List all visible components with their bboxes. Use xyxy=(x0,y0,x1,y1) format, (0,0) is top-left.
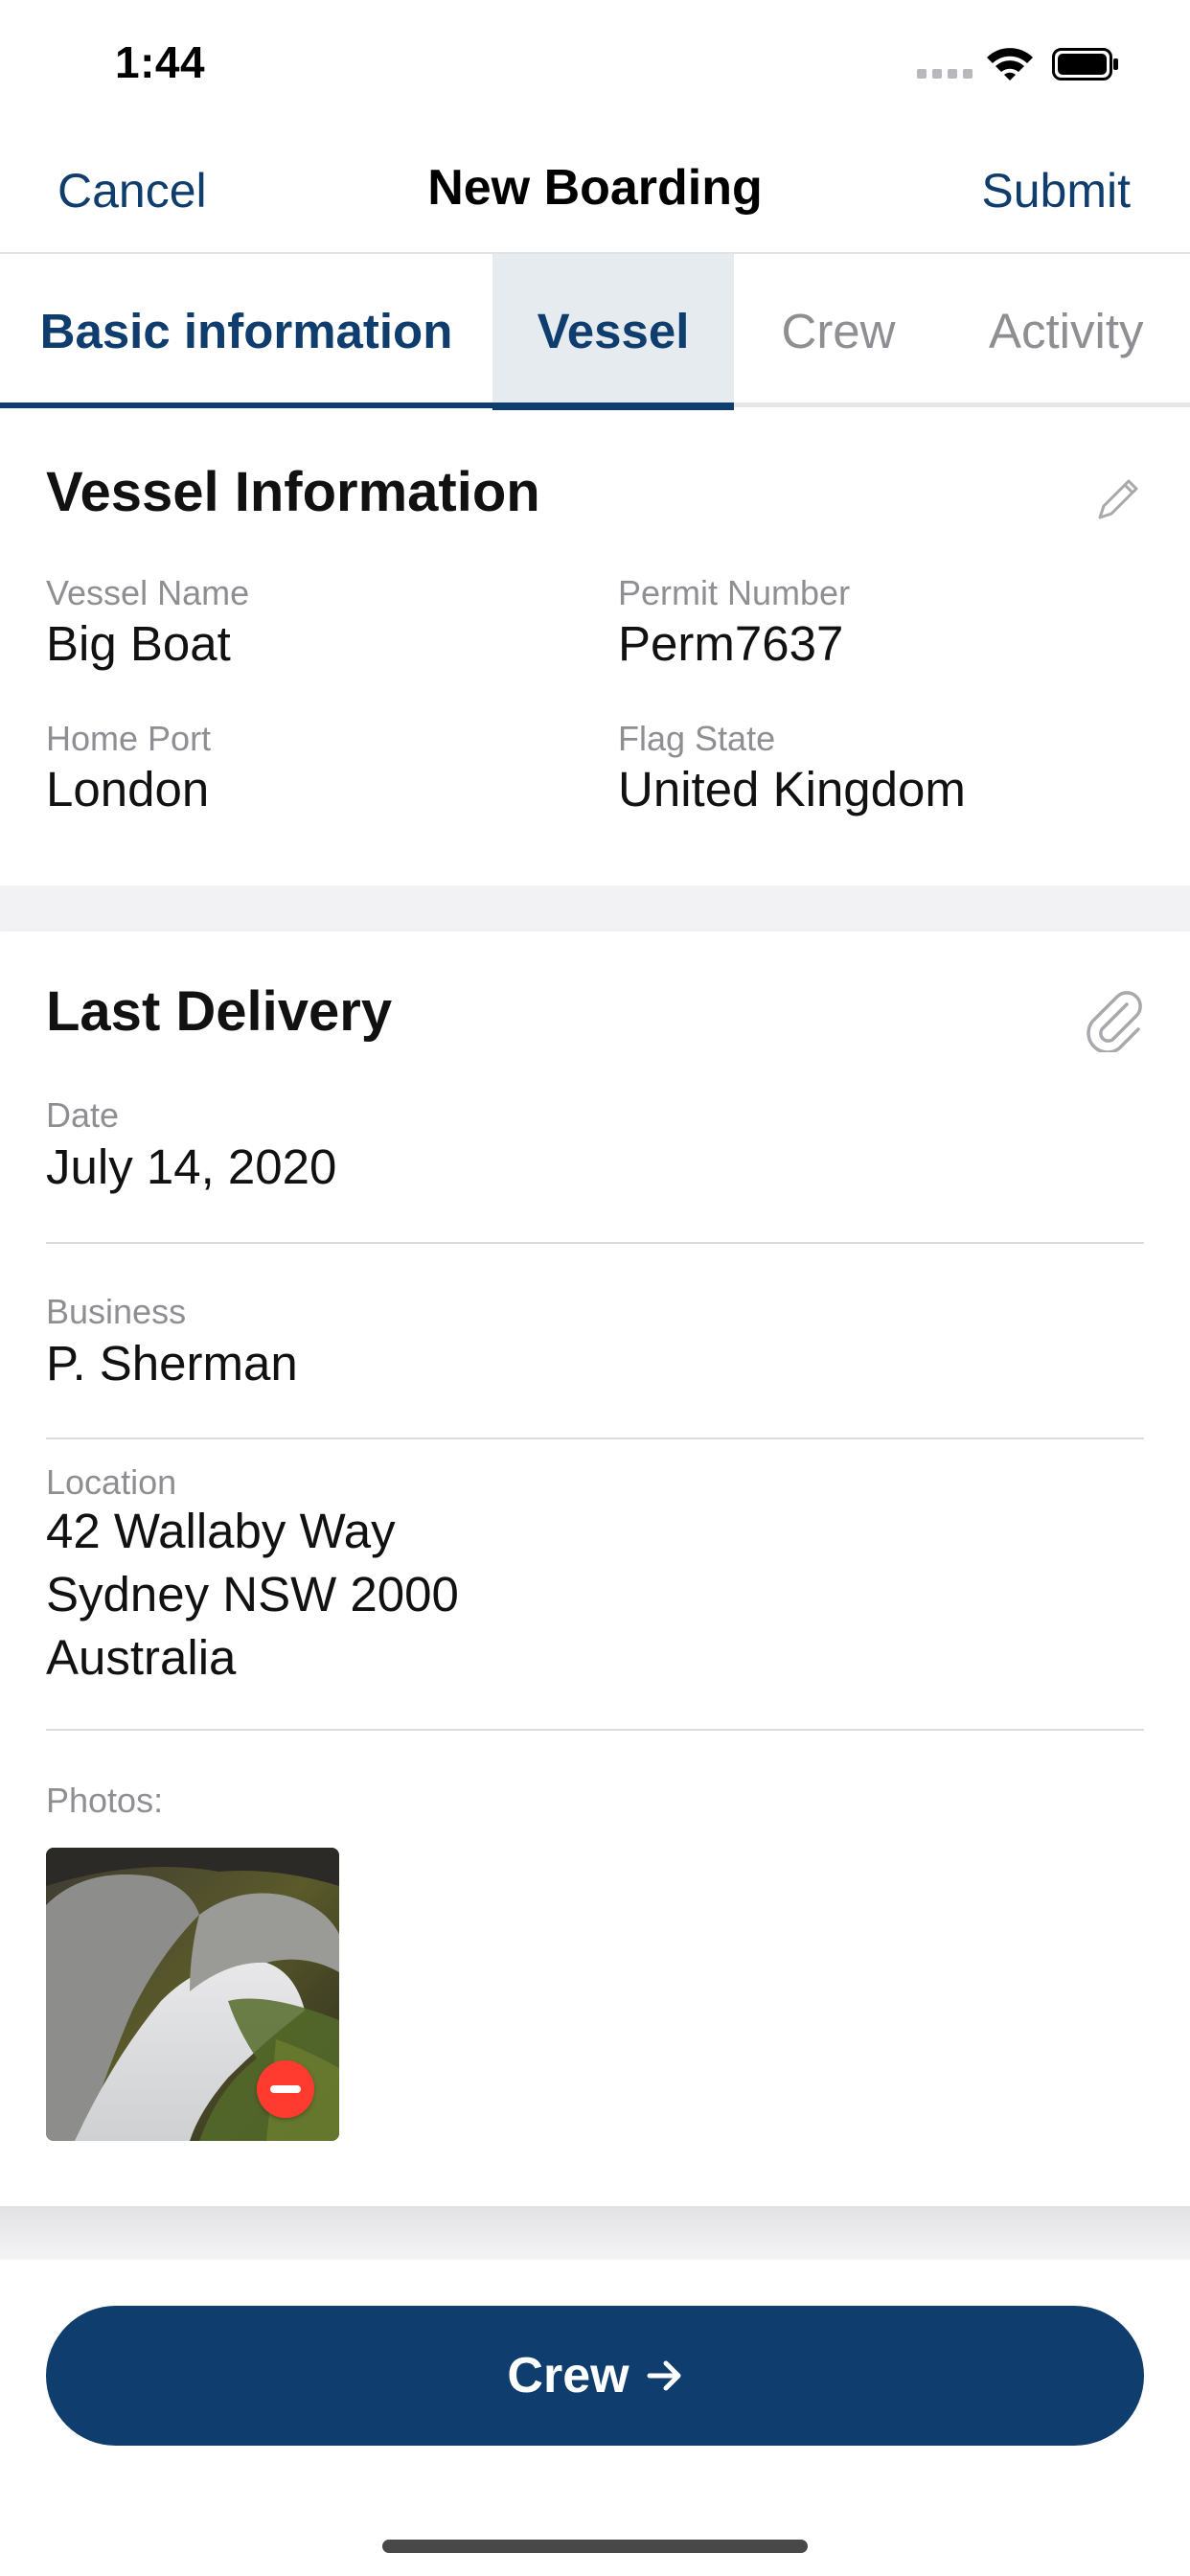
photos-label: Photos: xyxy=(46,1781,164,1820)
home-port-label: Home Port xyxy=(46,719,212,758)
tab-vessel[interactable]: Vessel xyxy=(492,254,734,407)
date-label: Date xyxy=(46,1095,120,1135)
date-value: July 14, 2020 xyxy=(46,1139,337,1194)
remove-photo-button[interactable] xyxy=(257,2060,314,2118)
tab-active-indicator xyxy=(492,402,734,410)
permit-number-label: Permit Number xyxy=(618,573,851,612)
vessel-name-label: Vessel Name xyxy=(46,573,250,612)
submit-button[interactable]: Submit xyxy=(981,163,1131,218)
tab-crew[interactable]: Crew xyxy=(734,254,943,407)
location-label: Location xyxy=(46,1462,177,1502)
flag-state-label: Flag State xyxy=(618,719,776,758)
business-value: P. Sherman xyxy=(46,1336,298,1391)
tab-progress-indicator xyxy=(0,402,492,408)
status-time: 1:44 xyxy=(115,37,206,87)
section-gap xyxy=(0,886,1190,932)
business-label: Business xyxy=(46,1292,187,1331)
flag-state-value: United Kingdom xyxy=(618,762,966,816)
vessel-information-title: Vessel Information xyxy=(46,461,540,523)
vessel-name-value: Big Boat xyxy=(46,616,231,671)
location-line-3: Australia xyxy=(46,1630,237,1685)
tab-activity[interactable]: Activity xyxy=(943,254,1190,407)
pencil-icon[interactable] xyxy=(1092,473,1144,525)
cellular-signal-icon xyxy=(917,69,973,79)
next-crew-button[interactable]: Crew xyxy=(46,2306,1144,2446)
divider xyxy=(46,1438,1144,1439)
location-line-1: 42 Wallaby Way xyxy=(46,1504,396,1558)
arrow-right-icon xyxy=(647,2348,683,2404)
location-line-2: Sydney NSW 2000 xyxy=(46,1567,459,1622)
battery-icon xyxy=(1052,48,1119,80)
last-delivery-title: Last Delivery xyxy=(46,980,393,1043)
home-indicator xyxy=(382,2540,808,2553)
permit-number-value: Perm7637 xyxy=(618,616,844,671)
tab-bar: Basic information Vessel Crew Activity xyxy=(0,254,1190,407)
next-crew-button-label: Crew xyxy=(507,2348,629,2404)
divider xyxy=(46,1242,1144,1244)
tab-basic-information[interactable]: Basic information xyxy=(0,254,492,407)
paperclip-icon[interactable] xyxy=(1083,985,1146,1054)
section-gap xyxy=(0,2206,1190,2260)
wifi-icon xyxy=(985,44,1035,82)
home-port-value: London xyxy=(46,762,210,816)
divider xyxy=(46,1729,1144,1731)
